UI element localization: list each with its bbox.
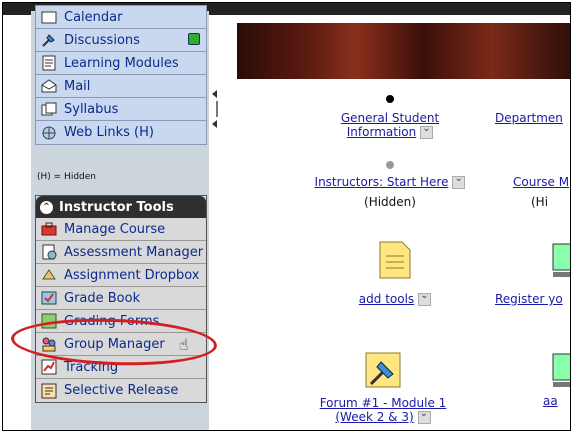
- content-item-general-info[interactable]: General Student Information: [320, 95, 460, 139]
- sidebar-item-label: Web Links (H): [64, 125, 154, 140]
- mail-icon: [40, 78, 58, 94]
- item-link[interactable]: Instructors: Start Here: [315, 175, 449, 189]
- course-nav: Calendar Discussions Learning Modules Ma…: [35, 5, 207, 145]
- item-link[interactable]: General Student: [320, 111, 460, 125]
- item-link[interactable]: aa: [543, 394, 570, 408]
- bullet-icon: [386, 161, 394, 169]
- release-icon: [40, 383, 58, 399]
- item-link[interactable]: Information: [347, 125, 416, 139]
- dropbox-icon: [40, 267, 58, 283]
- tool-label: Assignment Dropbox: [64, 267, 200, 283]
- toolbox-icon: [40, 221, 58, 237]
- pushpin-icon: [365, 352, 401, 388]
- content-item-department[interactable]: Departmen: [495, 111, 570, 125]
- dropdown-icon[interactable]: [418, 290, 432, 306]
- sidebar-item-mail[interactable]: Mail: [36, 75, 206, 98]
- tool-manage-course[interactable]: Manage Course: [36, 218, 206, 241]
- hidden-legend: (H) = Hidden: [37, 172, 96, 182]
- sidebar-item-label: Calendar: [64, 9, 123, 25]
- content-item-instructors-start[interactable]: Instructors: Start Here (Hidden): [295, 161, 485, 209]
- sidebar-item-web-links[interactable]: Web Links (H): [36, 121, 206, 144]
- tool-label: Selective Release: [64, 383, 179, 398]
- globe-icon: [40, 125, 58, 141]
- app-frame: Calendar Discussions Learning Modules Ma…: [2, 2, 571, 431]
- item-link[interactable]: Forum #1 - Module 1: [313, 396, 453, 410]
- content-item-aa[interactable]: aa: [543, 350, 570, 408]
- hidden-status: (Hidden): [364, 195, 416, 209]
- content-item-forum-1[interactable]: Forum #1 - Module 1 (Week 2 & 3): [313, 350, 453, 424]
- tool-label: Grade Book: [64, 290, 141, 306]
- item-link[interactable]: Course M: [513, 175, 570, 189]
- instructor-tools-panel: ⌃ Instructor Tools Manage Course Assessm…: [35, 195, 207, 403]
- main-content: General Student Information Departmen In…: [225, 15, 570, 430]
- item-link[interactable]: (Week 2 & 3): [335, 410, 413, 424]
- sidebar-item-calendar[interactable]: Calendar: [36, 6, 206, 29]
- tool-grade-book[interactable]: Grade Book: [36, 287, 206, 310]
- computer-icon: [552, 243, 570, 277]
- content-item-add-tools[interactable]: add tools: [335, 240, 455, 306]
- tool-selective-release[interactable]: Selective Release: [36, 379, 206, 402]
- gradebook-icon: [40, 290, 58, 306]
- item-link[interactable]: Departmen: [495, 111, 570, 125]
- new-post-icon: [188, 33, 200, 45]
- assessment-icon: [40, 244, 58, 260]
- tool-label: Manage Course: [64, 221, 166, 237]
- tool-assessment-manager[interactable]: Assessment Manager: [36, 241, 206, 264]
- dropdown-icon[interactable]: [420, 123, 434, 139]
- sidebar-item-label: Syllabus: [64, 101, 119, 117]
- tool-label: Assessment Manager: [64, 244, 204, 260]
- note-icon: [379, 241, 411, 279]
- computer-icon: [552, 353, 570, 387]
- item-link[interactable]: Register yo: [495, 292, 570, 306]
- dropdown-icon[interactable]: [417, 408, 431, 424]
- sidebar-item-label: Learning Modules: [64, 55, 179, 71]
- instructor-tools-title: Instructor Tools: [59, 199, 174, 215]
- instructor-tools-header[interactable]: ⌃ Instructor Tools: [36, 196, 206, 218]
- chart-icon: [40, 359, 58, 375]
- tool-assignment-dropbox[interactable]: Assignment Dropbox: [36, 264, 206, 287]
- sidebar-item-label: Mail: [64, 78, 91, 94]
- content-item-register[interactable]: Register yo: [495, 240, 570, 306]
- course-banner-image: [237, 23, 570, 79]
- sidebar-item-learning-modules[interactable]: Learning Modules: [36, 52, 206, 75]
- sidebar: Calendar Discussions Learning Modules Ma…: [31, 5, 209, 430]
- bullet-icon: [386, 95, 394, 103]
- sidebar-item-discussions[interactable]: Discussions: [36, 29, 206, 52]
- syllabus-icon: [40, 101, 58, 117]
- item-link[interactable]: add tools: [359, 292, 414, 306]
- hidden-status: (Hi: [531, 195, 549, 209]
- document-icon: [40, 55, 58, 71]
- sidebar-item-syllabus[interactable]: Syllabus: [36, 98, 206, 121]
- collapse-icon[interactable]: ⌃: [40, 200, 53, 214]
- sidebar-item-label: Discussions: [64, 32, 140, 48]
- pushpin-icon: [40, 32, 58, 48]
- content-item-course-m[interactable]: Course M (Hi: [513, 175, 570, 209]
- calendar-icon: [40, 9, 58, 25]
- dropdown-icon[interactable]: [452, 173, 466, 189]
- pane-resize-handle[interactable]: [211, 89, 223, 129]
